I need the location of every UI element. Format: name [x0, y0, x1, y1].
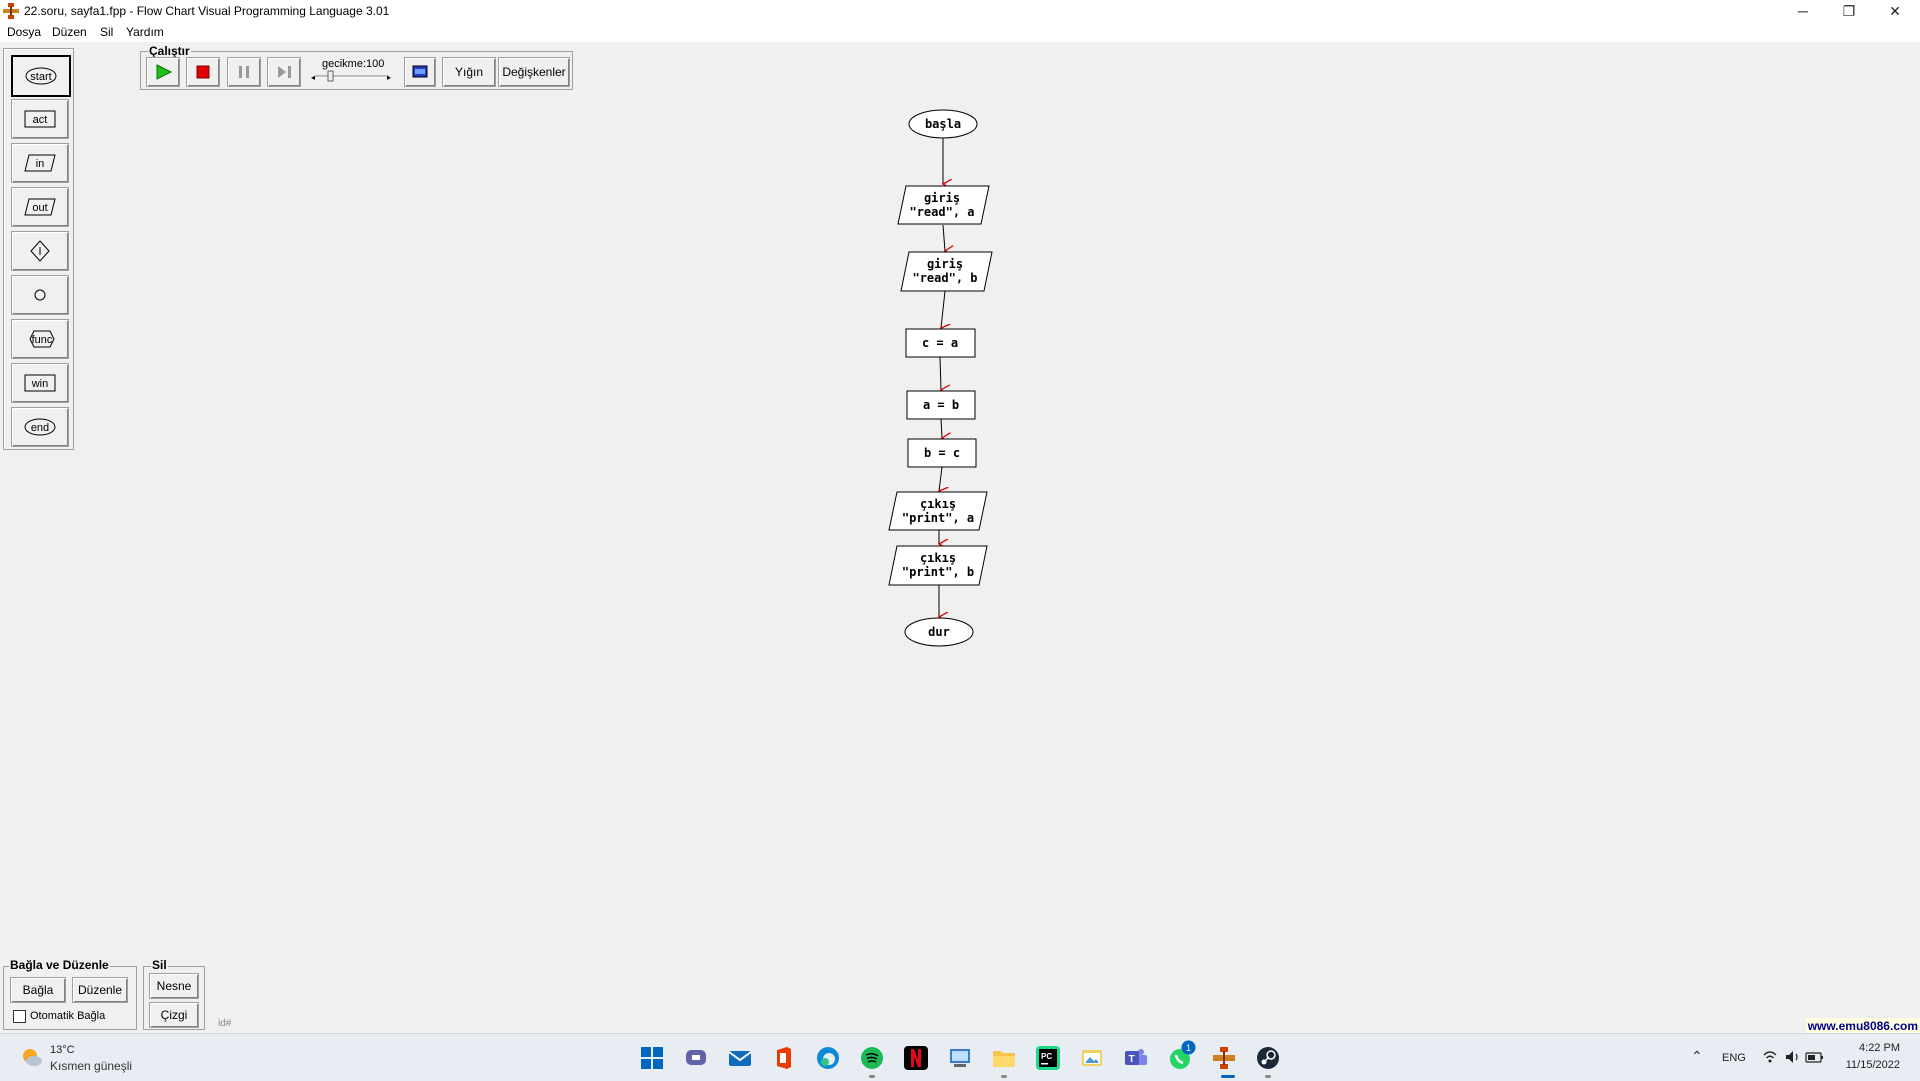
flowchart-canvas[interactable]: başla giriş "read", a giriş "read", b c … — [0, 0, 1920, 1030]
svg-text:PC: PC — [1041, 1052, 1052, 1061]
action-node-b-c[interactable]: b = c — [907, 438, 977, 468]
mail-icon[interactable] — [728, 1046, 752, 1070]
netflix-icon[interactable] — [904, 1046, 928, 1070]
flowchart-active-indicator — [1221, 1075, 1235, 1078]
output-node-a-args: "print", a — [902, 511, 974, 525]
battery-icon[interactable] — [1805, 1052, 1823, 1063]
id-label: id# — [218, 1018, 232, 1029]
volume-icon[interactable] — [1786, 1051, 1798, 1063]
auto-connect-label: Otomatik Bağla — [30, 1010, 106, 1022]
connector-line — [942, 224, 945, 251]
input-node-b-args: "read", b — [912, 271, 977, 285]
input-node-a[interactable]: giriş "read", a — [897, 185, 990, 225]
delete-line-button[interactable]: Çizgi — [149, 1002, 199, 1028]
taskbar: 13°C Kısmen güneşli PC T 1 ⌃ ENG 4:22 PM… — [0, 1033, 1920, 1081]
control-panel-icon[interactable] — [948, 1046, 972, 1070]
system-tray-icons[interactable] — [1762, 1049, 1832, 1065]
output-node-b[interactable]: çıkış "print", b — [888, 545, 988, 586]
action-node-c-a[interactable]: c = a — [905, 328, 976, 358]
connector-line — [940, 418, 942, 438]
steam-running-indicator — [1265, 1075, 1271, 1078]
weather-temperature[interactable]: 13°C — [50, 1044, 75, 1056]
teams-chat-icon[interactable] — [684, 1046, 708, 1070]
teams-icon[interactable]: T — [1124, 1046, 1148, 1070]
partly-sunny-icon[interactable] — [20, 1046, 42, 1068]
input-node-a-args: "read", a — [909, 205, 974, 219]
whatsapp-badge: 1 — [1181, 1040, 1196, 1055]
spotify-icon[interactable] — [860, 1046, 884, 1070]
start-node-label: başla — [925, 117, 961, 131]
output-node-b-args: "print", b — [902, 565, 974, 579]
explorer-running-indicator — [1001, 1075, 1007, 1078]
action-node-a-b-label: a = b — [923, 398, 959, 412]
file-explorer-icon[interactable] — [992, 1046, 1016, 1070]
connector-line — [939, 466, 942, 491]
action-node-a-b[interactable]: a = b — [906, 390, 976, 420]
clock-time[interactable]: 4:22 PM — [1856, 1042, 1900, 1054]
end-node[interactable]: dur — [904, 617, 974, 647]
whatsapp-badge-count: 1 — [1186, 1043, 1191, 1053]
pycharm-icon[interactable]: PC — [1036, 1046, 1060, 1070]
output-node-a[interactable]: çıkış "print", a — [888, 491, 988, 531]
action-node-b-c-label: b = c — [924, 446, 960, 460]
input-node-b[interactable]: giriş "read", b — [900, 251, 993, 292]
wifi-icon[interactable] — [1763, 1051, 1777, 1063]
connector-line — [939, 356, 941, 390]
connect-group-legend: Bağla ve Düzenle — [9, 958, 110, 972]
chevron-up-icon[interactable]: ⌃ — [1691, 1048, 1703, 1065]
output-node-a-title: çıkış — [920, 497, 956, 511]
language-indicator[interactable]: ENG — [1722, 1052, 1746, 1064]
start-node[interactable]: başla — [908, 109, 978, 139]
delete-group-legend: Sil — [151, 958, 168, 972]
input-node-b-title: giriş — [927, 257, 963, 271]
spotify-running-indicator — [869, 1075, 875, 1078]
output-node-b-title: çıkış — [920, 551, 956, 565]
windows-start-icon[interactable] — [640, 1046, 664, 1070]
connector-line — [941, 290, 945, 328]
auto-connect-checkbox[interactable] — [13, 1010, 26, 1023]
weather-description[interactable]: Kısmen güneşli — [50, 1059, 132, 1073]
flowchart-app-icon[interactable] — [1212, 1046, 1236, 1070]
input-node-a-title: giriş — [924, 191, 960, 205]
edge-icon[interactable] — [816, 1046, 840, 1070]
arrange-button[interactable]: Düzenle — [72, 977, 128, 1003]
office-icon[interactable] — [772, 1046, 796, 1070]
delete-object-button[interactable]: Nesne — [149, 973, 199, 999]
svg-text:T: T — [1129, 1054, 1135, 1065]
emu8086-link[interactable]: www.emu8086.com — [1805, 1018, 1920, 1034]
photos-icon[interactable] — [1080, 1046, 1104, 1070]
action-node-c-a-label: c = a — [922, 336, 958, 350]
connect-button[interactable]: Bağla — [10, 977, 66, 1003]
clock-date[interactable]: 11/15/2022 — [1840, 1059, 1900, 1071]
steam-icon[interactable] — [1256, 1046, 1280, 1070]
end-node-label: dur — [928, 625, 950, 639]
